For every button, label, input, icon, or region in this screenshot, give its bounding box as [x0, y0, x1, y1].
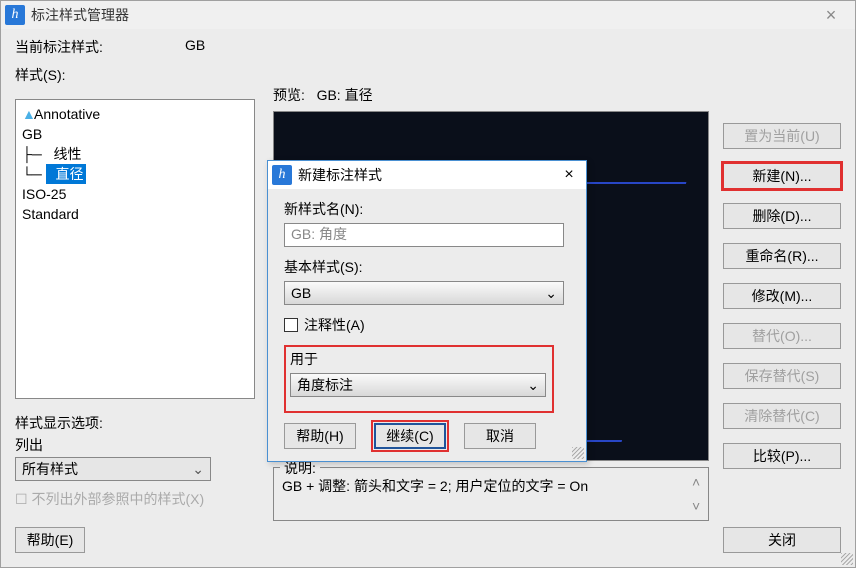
dialog-body: 新样式名(N): GB: 角度 基本样式(S): GB ⌄ 注释性(A) 用于 … [268, 189, 586, 461]
help-button[interactable]: 帮助(E) [15, 527, 85, 553]
modify-button[interactable]: 修改(M)... [723, 283, 841, 309]
override-button: 替代(O)... [723, 323, 841, 349]
current-style-label: 当前标注样式: [15, 37, 185, 57]
styles-label: 样式(S): [15, 65, 841, 85]
clear-override-button: 清除替代(C) [723, 403, 841, 429]
tree-item[interactable]: ISO-25 [22, 184, 248, 204]
use-for-label: 用于 [290, 349, 548, 369]
app-icon: h [272, 165, 292, 185]
titlebar: h 标注样式管理器 × [1, 1, 855, 29]
chevron-down-icon: ⌄ [192, 461, 204, 478]
right-button-column: 置为当前(U) 新建(N)... 删除(D)... 重命名(R)... 修改(M… [723, 123, 841, 469]
close-button[interactable]: 关闭 [723, 527, 841, 553]
new-name-label: 新样式名(N): [284, 199, 570, 219]
use-for-group: 用于 角度标注 ⌄ [284, 345, 554, 413]
list-label: 列出 [15, 435, 255, 455]
left-column: ▲Annotative GB ├─ 线性 └─ 直径 ISO-25 Standa… [15, 99, 255, 509]
new-button[interactable]: 新建(N)... [723, 163, 841, 189]
tree-item[interactable]: ▲Annotative [22, 104, 248, 124]
chevron-down-icon: ⌄ [545, 285, 557, 302]
rename-button[interactable]: 重命名(R)... [723, 243, 841, 269]
dialog-title: 新建标注样式 [298, 165, 556, 185]
app-icon: h [5, 5, 25, 25]
resize-grip-icon [841, 553, 853, 565]
display-options-heading: 样式显示选项: [15, 413, 255, 433]
checkbox-box [284, 318, 298, 332]
annotative-checkbox[interactable]: 注释性(A) [284, 315, 570, 335]
cancel-button[interactable]: 取消 [464, 423, 536, 449]
description-box: 说明: GB + 调整: 箭头和文字 = 2; 用户定位的文字 = On ˄˅ [273, 467, 709, 521]
tree-item[interactable]: ├─ 线性 [22, 144, 248, 164]
list-filter-combo[interactable]: 所有样式 ⌄ [15, 457, 211, 481]
dialog-close-icon[interactable]: × [556, 166, 582, 184]
use-for-select[interactable]: 角度标注 ⌄ [290, 373, 546, 397]
xref-checkbox-disabled: ☐ 不列出外部参照中的样式(X) [15, 489, 255, 509]
continue-button[interactable]: 继续(C) [374, 423, 446, 449]
window-body: 当前标注样式: GB 样式(S): ▲Annotative GB ├─ 线性 └… [1, 29, 855, 567]
description-text: GB + 调整: 箭头和文字 = 2; 用户定位的文字 = On [282, 476, 700, 496]
new-name-input[interactable]: GB: 角度 [284, 223, 564, 247]
dimension-style-manager-window: h 标注样式管理器 × 当前标注样式: GB 样式(S): ▲Annotativ… [0, 0, 856, 568]
styles-list[interactable]: ▲Annotative GB ├─ 线性 └─ 直径 ISO-25 Standa… [15, 99, 255, 399]
compare-button[interactable]: 比较(P)... [723, 443, 841, 469]
dialog-titlebar: h 新建标注样式 × [268, 161, 586, 189]
tree-item[interactable]: GB [22, 124, 248, 144]
tree-item[interactable]: Standard [22, 204, 248, 224]
chevron-down-icon: ⌄ [527, 377, 539, 394]
dialog-button-row: 帮助(H) 继续(C) 取消 [284, 423, 570, 449]
annotative-label: 注释性(A) [304, 315, 365, 335]
save-override-button: 保存替代(S) [723, 363, 841, 389]
delete-button[interactable]: 删除(D)... [723, 203, 841, 229]
dialog-help-button[interactable]: 帮助(H) [284, 423, 356, 449]
current-style-row: 当前标注样式: GB [15, 37, 841, 57]
tree-item[interactable]: └─ 直径 [22, 164, 248, 184]
base-style-label: 基本样式(S): [284, 257, 570, 277]
annotative-icon: ▲ [22, 104, 34, 124]
current-style-value: GB [185, 37, 205, 57]
window-title: 标注样式管理器 [31, 5, 811, 25]
preview-label: 预览: GB: 直径 [273, 85, 709, 105]
set-current-button: 置为当前(U) [723, 123, 841, 149]
base-style-select[interactable]: GB ⌄ [284, 281, 564, 305]
combo-value: 所有样式 [22, 459, 78, 479]
new-dimstyle-dialog: h 新建标注样式 × 新样式名(N): GB: 角度 基本样式(S): GB ⌄… [267, 160, 587, 462]
display-options: 样式显示选项: 列出 所有样式 ⌄ ☐ 不列出外部参照中的样式(X) [15, 413, 255, 509]
close-icon[interactable]: × [811, 5, 851, 26]
